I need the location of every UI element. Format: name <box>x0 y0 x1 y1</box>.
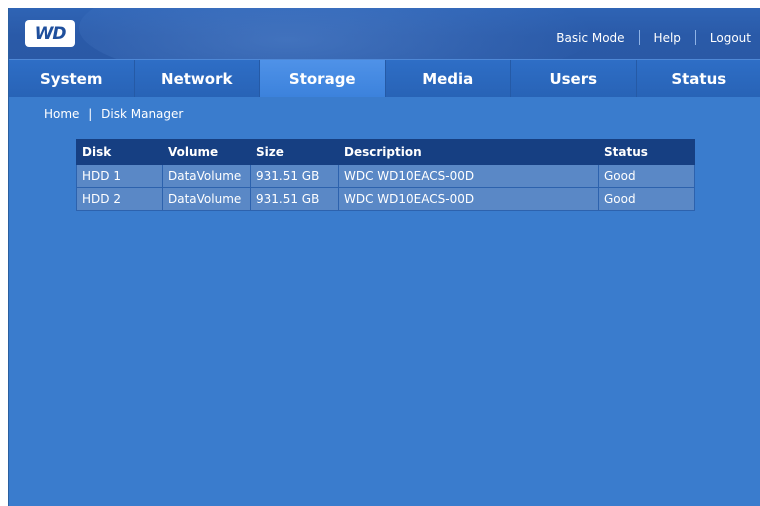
logout-link[interactable]: Logout <box>710 31 751 45</box>
col-header-volume: Volume <box>162 139 251 165</box>
cell-size: 931.51 GB <box>250 164 339 188</box>
top-bar: WD Basic Mode Help Logout <box>9 8 760 88</box>
cell-volume: DataVolume <box>162 187 251 211</box>
col-header-description: Description <box>338 139 599 165</box>
tab-network[interactable]: Network <box>135 60 260 97</box>
app-frame: WD Basic Mode Help Logout System Network… <box>8 8 760 506</box>
cell-size: 931.51 GB <box>250 187 339 211</box>
link-divider <box>694 30 696 45</box>
breadcrumb: Home | Disk Manager <box>44 107 183 121</box>
cell-disk: HDD 2 <box>76 187 163 211</box>
breadcrumb-home[interactable]: Home <box>44 107 79 121</box>
help-link[interactable]: Help <box>654 31 681 45</box>
top-links: Basic Mode Help Logout <box>556 30 751 45</box>
col-header-status: Status <box>598 139 695 165</box>
logo-text: WD <box>34 23 67 44</box>
table-row[interactable]: HDD 2 DataVolume 931.51 GB WDC WD10EACS-… <box>76 187 695 211</box>
wd-logo: WD <box>25 20 75 47</box>
breadcrumb-current: Disk Manager <box>101 107 184 121</box>
table-row[interactable]: HDD 1 DataVolume 931.51 GB WDC WD10EACS-… <box>76 164 695 188</box>
disk-table: Disk Volume Size Description Status HDD … <box>76 139 695 211</box>
tab-status[interactable]: Status <box>637 60 760 97</box>
col-header-disk: Disk <box>76 139 163 165</box>
link-divider <box>638 30 640 45</box>
basic-mode-link[interactable]: Basic Mode <box>556 31 624 45</box>
cell-volume: DataVolume <box>162 164 251 188</box>
tab-system[interactable]: System <box>9 60 135 97</box>
cell-disk: HDD 1 <box>76 164 163 188</box>
tab-media[interactable]: Media <box>386 60 511 97</box>
tab-storage[interactable]: Storage <box>260 60 386 97</box>
table-header-row: Disk Volume Size Description Status <box>76 139 695 165</box>
cell-status: Good <box>598 187 695 211</box>
tab-users[interactable]: Users <box>511 60 637 97</box>
col-header-size: Size <box>250 139 339 165</box>
breadcrumb-separator: | <box>88 107 93 121</box>
cell-status: Good <box>598 164 695 188</box>
cell-description: WDC WD10EACS-00D <box>338 164 599 188</box>
main-nav: System Network Storage Media Users Statu… <box>9 59 760 97</box>
cell-description: WDC WD10EACS-00D <box>338 187 599 211</box>
